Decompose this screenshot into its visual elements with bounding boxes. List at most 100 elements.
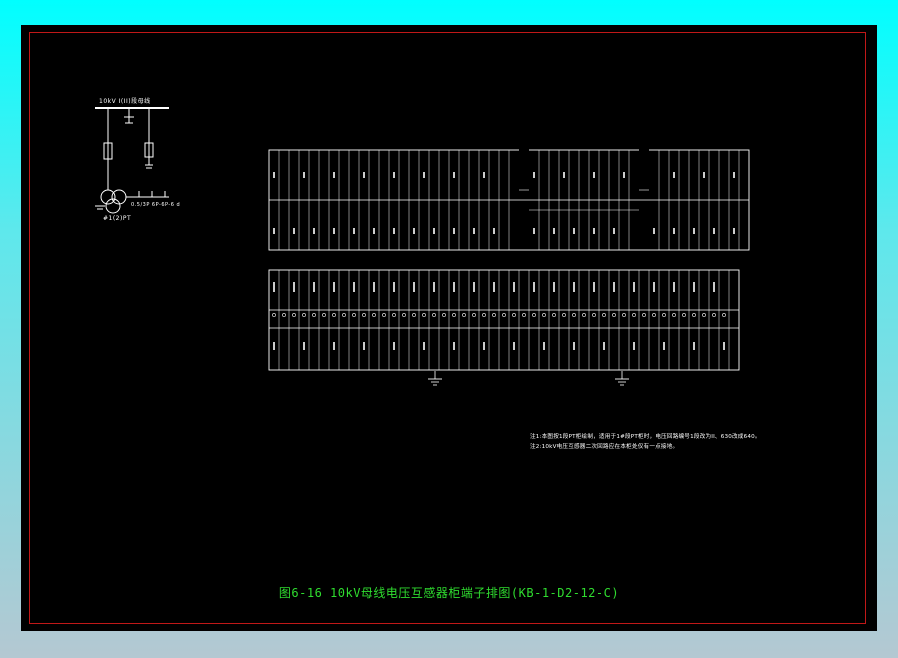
terminal-label-mark <box>393 172 395 178</box>
terminal-screw-icon <box>482 313 486 317</box>
terminal-label-mark <box>663 342 665 350</box>
terminal-label-mark <box>593 172 595 178</box>
terminal-screw-icon <box>542 313 546 317</box>
terminal-label-mark <box>533 282 535 292</box>
terminal-label-mark <box>533 228 535 234</box>
terminal-screw-icon <box>462 313 466 317</box>
terminal-label-mark <box>673 282 675 292</box>
terminal-screw-icon <box>282 313 286 317</box>
terminal-label-mark <box>493 282 495 292</box>
terminal-label-mark <box>393 228 395 234</box>
terminal-screw-icon <box>332 313 336 317</box>
terminal-screw-icon <box>692 313 696 317</box>
terminal-label-mark <box>413 228 415 234</box>
terminal-screw-icon <box>352 313 356 317</box>
terminal-screw-icon <box>272 313 276 317</box>
terminal-screw-icon <box>382 313 386 317</box>
terminal-screw-icon <box>372 313 376 317</box>
terminal-label-mark <box>453 228 455 234</box>
terminal-screw-icon <box>672 313 676 317</box>
terminal-label-mark <box>473 228 475 234</box>
terminal-screw-icon <box>292 313 296 317</box>
terminal-label-mark <box>423 172 425 178</box>
terminal-label-mark <box>513 342 515 350</box>
terminal-label-mark <box>303 172 305 178</box>
terminal-label-mark <box>273 172 275 178</box>
terminal-screw-icon <box>702 313 706 317</box>
terminal-label-mark <box>423 342 425 350</box>
terminal-label-mark <box>413 282 415 292</box>
terminal-screw-icon <box>492 313 496 317</box>
terminal-screw-icon <box>622 313 626 317</box>
terminal-label-mark <box>613 228 615 234</box>
terminal-label-mark <box>273 342 275 350</box>
terminal-label-mark <box>693 282 695 292</box>
terminal-label-mark <box>713 282 715 292</box>
terminal-screw-icon <box>322 313 326 317</box>
terminal-label-mark <box>653 228 655 234</box>
terminal-label-mark <box>393 342 395 350</box>
terminal-label-mark <box>313 282 315 292</box>
terminal-label-mark <box>723 342 725 350</box>
terminal-screw-icon <box>722 313 726 317</box>
terminal-label-mark <box>603 342 605 350</box>
terminal-screw-icon <box>592 313 596 317</box>
terminal-label-mark <box>333 172 335 178</box>
terminal-label-mark <box>633 282 635 292</box>
terminal-label-mark <box>553 228 555 234</box>
terminal-label-mark <box>573 342 575 350</box>
terminal-label-mark <box>673 172 675 178</box>
terminal-screw-icon <box>532 313 536 317</box>
terminal-label-mark <box>473 282 475 292</box>
terminal-label-mark <box>293 282 295 292</box>
terminal-screw-icon <box>682 313 686 317</box>
terminal-label-mark <box>693 342 695 350</box>
terminal-label-mark <box>273 282 275 292</box>
cad-drawing-canvas: 10kV I(II)段母线 #1(2)PT 0.5/3P 6P-6P-6 d 注… <box>21 25 877 631</box>
terminal-label-mark <box>653 282 655 292</box>
note-1: 注1:本图按1段PT柜绘制，适用于1#段PT柜时，电压回路编号1段改为II、63… <box>530 434 761 440</box>
terminal-screw-icon <box>312 313 316 317</box>
terminal-screw-icon <box>412 313 416 317</box>
terminal-screw-icon <box>512 313 516 317</box>
terminal-label-mark <box>273 228 275 234</box>
terminal-label-mark <box>353 228 355 234</box>
terminal-screw-icon <box>522 313 526 317</box>
terminal-label-mark <box>433 282 435 292</box>
terminal-label-mark <box>433 228 435 234</box>
terminal-screw-icon <box>572 313 576 317</box>
terminal-screw-icon <box>442 313 446 317</box>
terminal-screw-icon <box>612 313 616 317</box>
terminal-label-mark <box>313 228 315 234</box>
terminal-label-mark <box>373 282 375 292</box>
terminal-label-mark <box>593 282 595 292</box>
terminal-screw-icon <box>422 313 426 317</box>
terminal-screw-icon <box>582 313 586 317</box>
terminal-screw-icon <box>452 313 456 317</box>
terminal-label-mark <box>633 342 635 350</box>
terminal-label-mark <box>483 172 485 178</box>
terminal-label-mark <box>483 342 485 350</box>
terminal-screw-icon <box>392 313 396 317</box>
terminal-label-mark <box>303 342 305 350</box>
drawing-caption: 图6-16 10kV母线电压互感器柜端子排图(KB-1-D2-12-C) <box>278 586 620 600</box>
terminal-label-mark <box>673 228 675 234</box>
terminal-label-mark <box>333 228 335 234</box>
terminal-label-mark <box>553 282 555 292</box>
terminal-label-mark <box>493 228 495 234</box>
terminal-label-mark <box>693 228 695 234</box>
terminal-label-mark <box>353 282 355 292</box>
terminal-label-mark <box>623 172 625 178</box>
terminal-label-mark <box>363 172 365 178</box>
terminal-screw-icon <box>712 313 716 317</box>
terminal-label-mark <box>593 228 595 234</box>
terminal-label-mark <box>703 172 705 178</box>
terminal-screw-icon <box>652 313 656 317</box>
terminal-block-lower <box>268 269 740 371</box>
terminal-screw-icon <box>632 313 636 317</box>
terminal-screw-icon <box>402 313 406 317</box>
terminal-screw-icon <box>342 313 346 317</box>
terminal-label-mark <box>453 342 455 350</box>
terminal-screw-icon <box>502 313 506 317</box>
terminal-label-mark <box>393 282 395 292</box>
